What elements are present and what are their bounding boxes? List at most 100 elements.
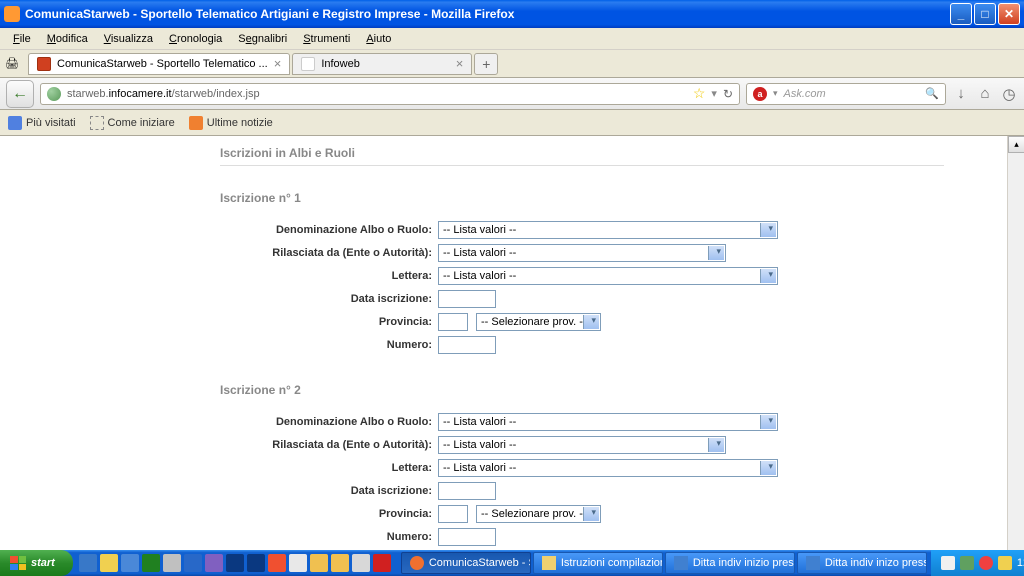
menu-cronologia[interactable]: Cronologia [162,31,229,47]
menu-file[interactable]: File [6,31,38,47]
task-ditta2[interactable]: Ditta indiv inizo press... [797,552,927,574]
input-numero[interactable] [438,528,496,546]
ql-icon[interactable] [184,554,202,572]
tab-infoweb[interactable]: Infoweb × [292,53,472,75]
menu-modifica[interactable]: Modifica [40,31,95,47]
search-field[interactable]: a ▾ Ask.com 🔍 [746,83,946,105]
tab-close-icon[interactable]: × [456,56,464,71]
tray-icon[interactable] [960,556,974,570]
input-numero[interactable] [438,336,496,354]
ql-icon[interactable] [226,554,244,572]
input-provincia-code[interactable] [438,313,468,331]
label-data: Data iscrizione: [220,485,438,497]
label-numero: Numero: [220,531,438,543]
task-ditta1[interactable]: Ditta indiv inizio press... [665,552,795,574]
label-lettera: Lettera: [220,270,438,282]
history-icon[interactable]: ◷ [1000,85,1018,103]
ql-icon[interactable] [142,554,160,572]
back-button[interactable]: ← [6,80,34,108]
bookmark-piu-visitati[interactable]: Più visitati [8,116,76,130]
ql-icon[interactable] [247,554,265,572]
new-tab-button[interactable]: + [474,53,498,75]
task-istruzioni[interactable]: Istruzioni compilazion... [533,552,663,574]
tab-label: ComunicaStarweb - Sportello Telematico .… [57,58,268,70]
close-button[interactable]: ✕ [998,3,1020,25]
maximize-button[interactable]: □ [974,3,996,25]
select-rilasciata[interactable]: -- Lista valori -- [438,436,726,454]
select-provincia[interactable]: -- Selezionare prov. -- [476,505,601,523]
page-content: ▴ Iscrizioni in Albi e Ruoli Iscrizione … [0,136,1024,550]
reload-icon[interactable]: ↻ [723,87,733,101]
scrollbar[interactable]: ▴ [1007,136,1024,550]
ql-icon[interactable] [79,554,97,572]
input-data-iscrizione[interactable] [438,482,496,500]
scroll-up-icon[interactable]: ▴ [1008,136,1024,153]
search-dropdown-icon[interactable]: ▾ [773,88,778,99]
folder-icon [8,116,22,130]
task-firefox[interactable]: ComunicaStarweb - S... [401,552,531,574]
download-icon[interactable]: ↓ [952,85,970,103]
ql-icon[interactable] [373,554,391,572]
bookmark-come-iniziare[interactable]: Come iniziare [90,116,175,130]
minimize-button[interactable]: _ [950,3,972,25]
ql-icon[interactable] [310,554,328,572]
section-title: Iscrizioni in Albi e Ruoli [220,146,944,166]
subsection-title: Iscrizione n° 1 [220,191,944,205]
word-icon [674,556,688,570]
bookmark-ultime-notizie[interactable]: Ultime notizie [189,116,273,130]
input-provincia-code[interactable] [438,505,468,523]
label-provincia: Provincia: [220,316,438,328]
system-tray: 12.21 [931,550,1024,576]
select-denominazione[interactable]: -- Lista valori -- [438,221,778,239]
menu-aiuto[interactable]: Aiuto [359,31,398,47]
ql-icon[interactable] [352,554,370,572]
url-field[interactable]: starweb.infocamere.it/starweb/index.jsp … [40,83,740,105]
tab-comunica[interactable]: ComunicaStarweb - Sportello Telematico .… [28,53,290,75]
dropdown-icon[interactable]: ▾ [711,87,717,100]
label-rilasciata: Rilasciata da (Ente o Autorità): [220,439,438,451]
ql-icon[interactable] [121,554,139,572]
subsection-title: Iscrizione n° 2 [220,383,944,397]
start-button[interactable]: start [0,550,73,576]
tab-icon [37,57,51,71]
ql-icon[interactable] [268,554,286,572]
tab-close-icon[interactable]: × [274,56,282,71]
tab-bar: 🖨 ComunicaStarweb - Sportello Telematico… [0,50,1024,78]
label-lettera: Lettera: [220,462,438,474]
taskbar: start ComunicaStarweb - S... Istruzioni … [0,550,1024,576]
tray-icon[interactable] [998,556,1012,570]
rss-icon [189,116,203,130]
select-lettera[interactable]: -- Lista valori -- [438,267,778,285]
search-icon[interactable]: 🔍 [925,87,939,100]
menu-segnalibri[interactable]: Segnalibri [231,31,294,47]
ql-icon[interactable] [100,554,118,572]
select-lettera[interactable]: -- Lista valori -- [438,459,778,477]
tab-icon [301,57,315,71]
select-provincia[interactable]: -- Selezionare prov. -- [476,313,601,331]
select-denominazione[interactable]: -- Lista valori -- [438,413,778,431]
tray-icon[interactable] [979,556,993,570]
folder-icon [542,556,556,570]
input-data-iscrizione[interactable] [438,290,496,308]
label-data: Data iscrizione: [220,293,438,305]
ql-icon[interactable] [163,554,181,572]
windows-logo-icon [10,556,26,570]
bookmark-bar: Più visitati Come iniziare Ultime notizi… [0,110,1024,136]
print-icon[interactable]: 🖨 [4,56,20,72]
window-titlebar: ComunicaStarweb - Sportello Telematico A… [0,0,1024,28]
select-rilasciata[interactable]: -- Lista valori -- [438,244,726,262]
ql-icon[interactable] [331,554,349,572]
iscrizione-2: Iscrizione n° 2 Denominazione Albo o Ruo… [220,383,944,547]
menu-visualizza[interactable]: Visualizza [97,31,160,47]
ql-icon[interactable] [289,554,307,572]
clock[interactable]: 12.21 [1017,557,1024,569]
bookmark-star-icon[interactable]: ☆ [693,85,706,102]
ql-icon[interactable] [205,554,223,572]
ask-icon: a [753,87,767,101]
page-icon [90,116,104,130]
menu-strumenti[interactable]: Strumenti [296,31,357,47]
home-icon[interactable]: ⌂ [976,85,994,103]
tray-icon[interactable] [941,556,955,570]
window-title: ComunicaStarweb - Sportello Telematico A… [25,7,950,21]
quick-launch [73,554,397,572]
